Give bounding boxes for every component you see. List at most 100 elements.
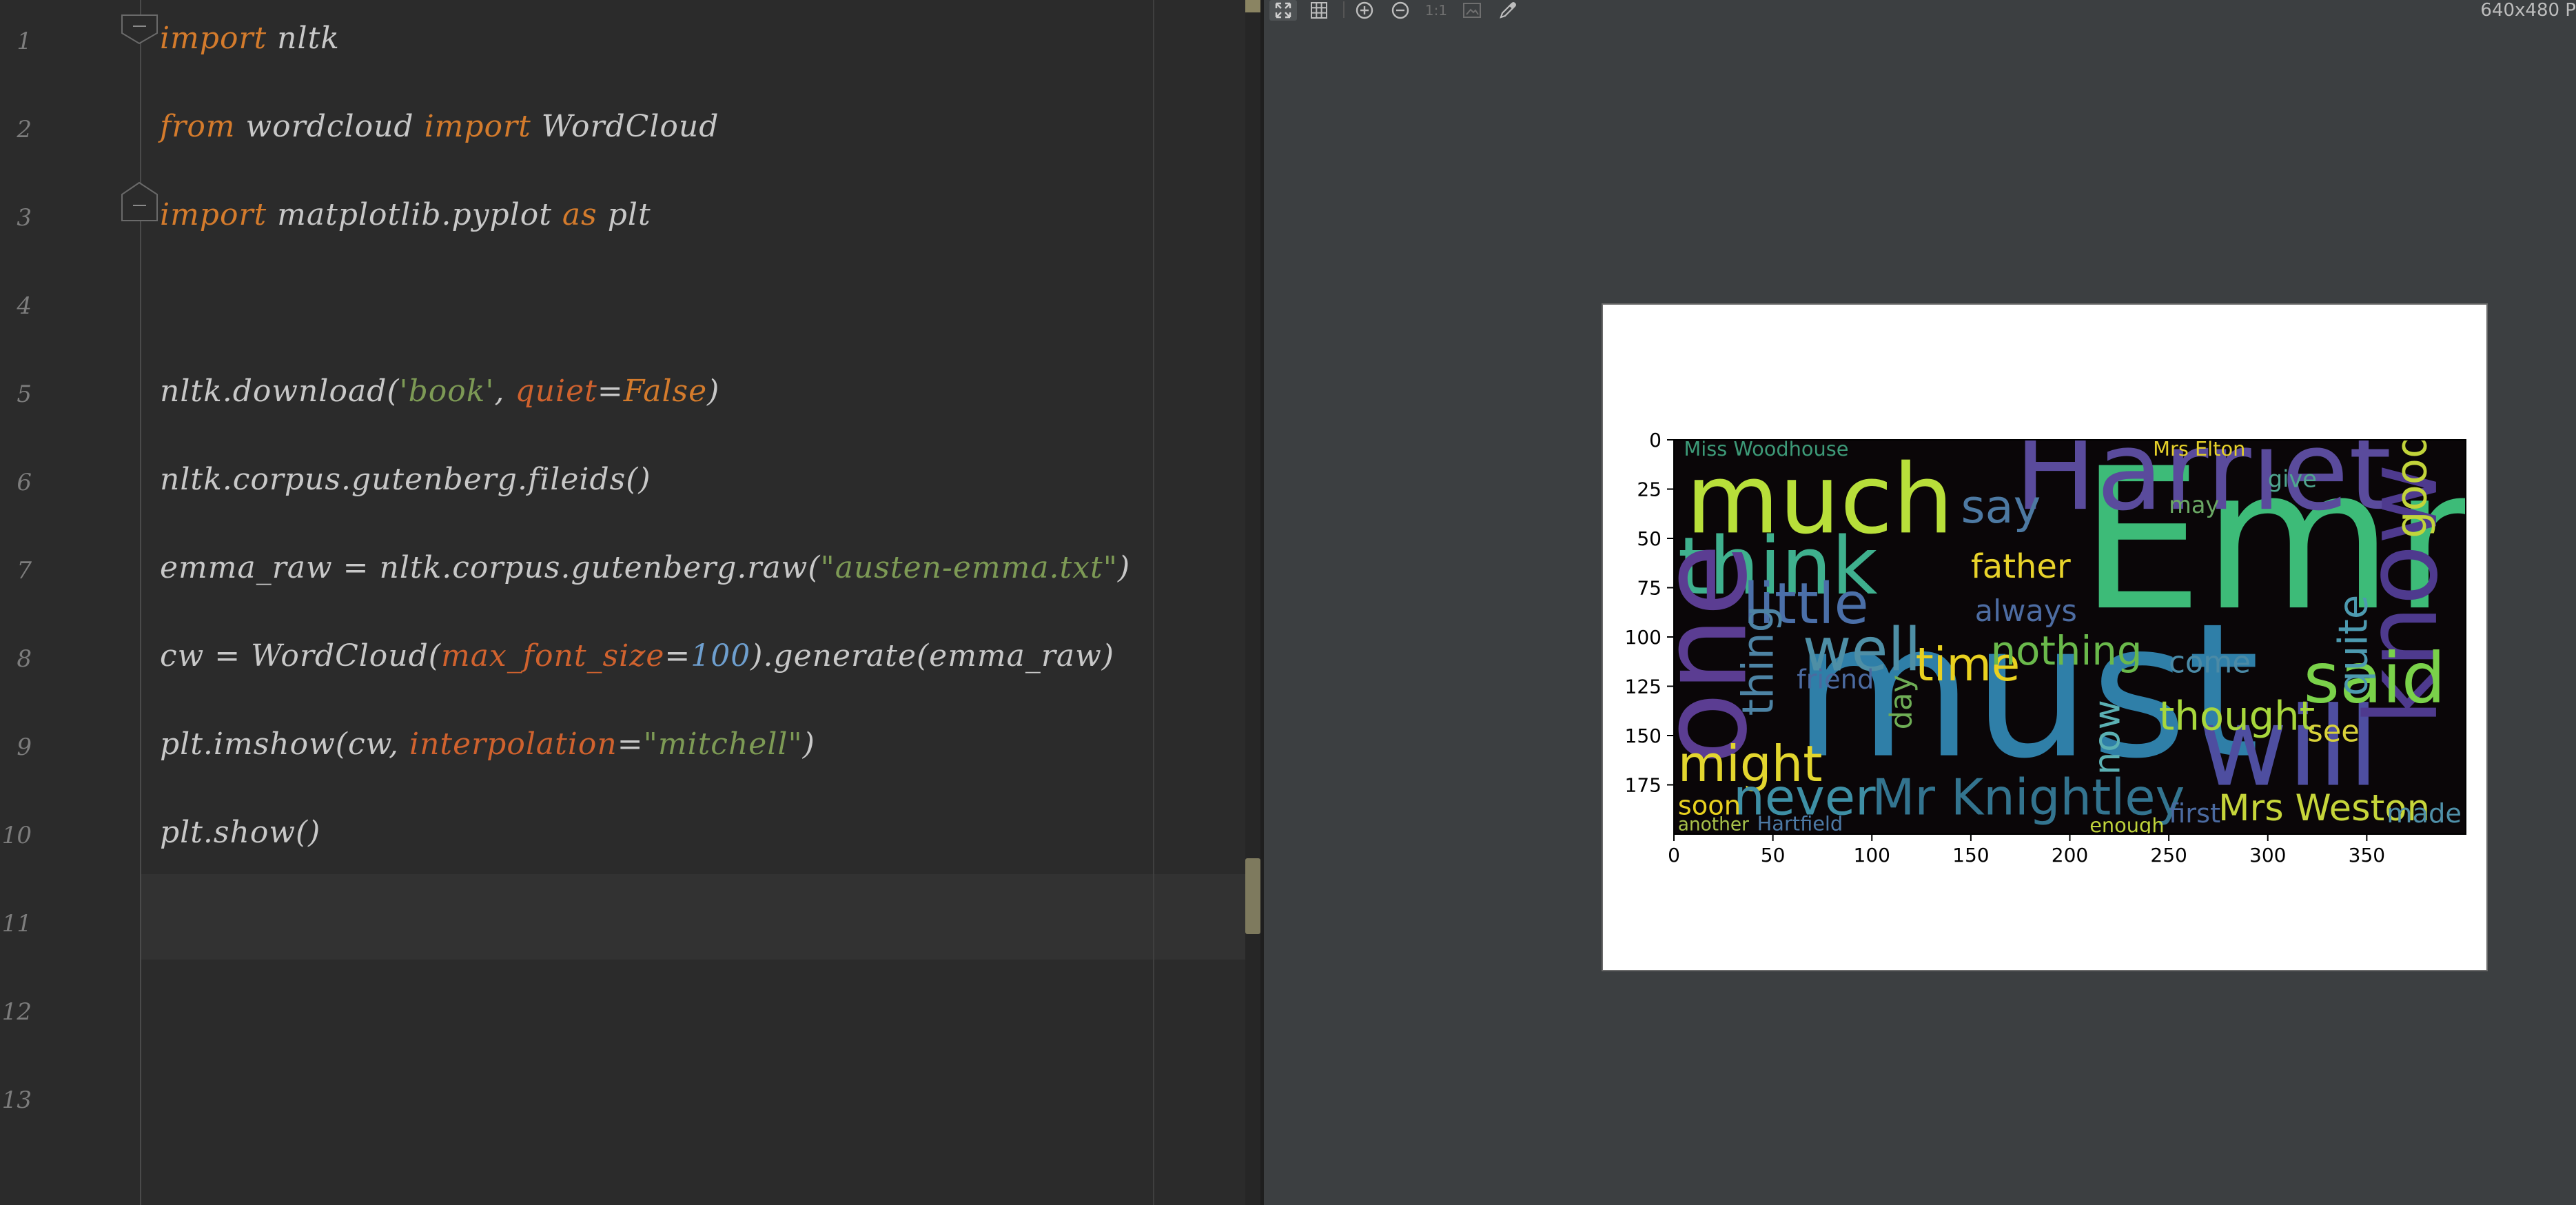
word-cloud-word: come (2169, 645, 2251, 680)
word-cloud-word: nothing (1991, 628, 2143, 674)
word-cloud-word: good (2386, 431, 2437, 538)
code-token: ).generate(emma_raw) (750, 638, 1114, 674)
line-number: 9 (17, 733, 32, 761)
x-tick-label: 100 (1854, 844, 1890, 867)
code-token: False (623, 374, 708, 409)
code-token: cw = WordCloud( (160, 638, 441, 674)
current-line-highlight (141, 874, 1264, 960)
code-token: matplotlib.pyplot (267, 197, 562, 232)
y-tick-label: 0 (1649, 429, 1662, 452)
code-line[interactable]: emma_raw = nltk.corpus.gutenberg.raw("au… (160, 550, 1130, 585)
y-tick-label: 175 (1625, 774, 1662, 797)
x-tick-label: 300 (2249, 844, 2286, 867)
image-viewer: 1:1 640x480 P EmmamustHarrietmuchthinkwi… (1264, 0, 2576, 1205)
code-token: "austen-emma.txt" (820, 550, 1118, 585)
image-size-label: 640x480 P (2480, 0, 2576, 21)
x-tick-label: 200 (2052, 844, 2088, 867)
code-line[interactable]: plt.show() (160, 815, 320, 850)
line-number: 4 (17, 292, 32, 320)
word-cloud-word: another (1678, 813, 1749, 835)
x-tick-label: 250 (2150, 844, 2187, 867)
word-cloud-word: made (2386, 798, 2462, 829)
x-tick-label: 150 (1952, 844, 1989, 867)
code-token: wordcloud (235, 109, 425, 144)
viewer-toolbar: 1:1 640x480 P (1264, 0, 2576, 21)
editor-scrollbar[interactable] (1245, 0, 1260, 1205)
color-picker-icon[interactable] (1494, 0, 1522, 21)
code-token: 'book' (399, 374, 495, 409)
line-number: 12 (1, 998, 32, 1026)
code-token: 100 (691, 638, 751, 674)
code-line[interactable]: import matplotlib.pyplot as plt (160, 197, 651, 232)
word-cloud-word: give (2268, 466, 2317, 493)
scroll-top-marker (1245, 0, 1260, 12)
code-token: import (160, 21, 267, 56)
word-cloud-word: day (1885, 675, 1919, 729)
line-number: 3 (17, 204, 32, 232)
code-token: = (664, 638, 691, 674)
code-token: , (494, 374, 515, 409)
zoom-in-icon[interactable] (1351, 0, 1378, 21)
code-token: as (562, 197, 597, 232)
word-cloud-word: friend (1797, 664, 1874, 695)
grid-icon[interactable] (1305, 0, 1333, 21)
code-token: emma_raw = nltk.corpus.gutenberg.raw( (160, 550, 821, 585)
word-cloud-word: see (2307, 715, 2360, 749)
word-cloud-word: Hartfield (1757, 811, 1843, 835)
zoom-out-icon[interactable] (1387, 0, 1414, 21)
fold-start-icon[interactable] (121, 14, 159, 45)
scrollbar-thumb[interactable] (1245, 858, 1260, 934)
x-tick-label: 350 (2349, 844, 2385, 867)
code-line[interactable]: cw = WordCloud(max_font_size=100).genera… (160, 638, 1114, 674)
code-line[interactable]: nltk.download('book', quiet=False) (160, 374, 719, 409)
code-token: import (160, 197, 267, 232)
code-token: nltk.download( (160, 374, 400, 409)
code-token: = (597, 374, 624, 409)
line-number: 8 (17, 645, 32, 673)
line-number: 2 (17, 116, 32, 143)
code-token: plt (597, 197, 651, 232)
code-token: ) (1117, 550, 1131, 585)
code-token: import (424, 109, 531, 144)
line-number: 7 (17, 557, 32, 585)
code-token: plt.imshow(cw, (160, 727, 409, 762)
code-editor[interactable]: 1 2 3 4 5 6 7 8 9 10 11 12 13 import nltk from wordcl… (0, 0, 1264, 1205)
code-token: plt.show() (160, 815, 321, 850)
code-token: nltk.corpus.gutenberg.fileids() (160, 462, 651, 497)
word-cloud-word: quite (2330, 595, 2376, 696)
code-token: interpolation (409, 727, 617, 762)
x-tick-label: 50 (1761, 844, 1786, 867)
code-token: = (617, 727, 644, 762)
code-line[interactable]: from wordcloud import WordCloud (160, 109, 719, 144)
code-line[interactable]: plt.imshow(cw, interpolation="mitchell") (160, 727, 815, 762)
wordcloud-chart: EmmamustHarrietmuchthinkwilloneknowlittl… (1625, 429, 2466, 867)
code-line[interactable]: import nltk (160, 21, 340, 56)
word-cloud-word: father (1971, 547, 2071, 586)
y-tick-label: 100 (1625, 626, 1662, 649)
word-cloud-word: first (2169, 798, 2220, 829)
fit-window-icon[interactable] (1269, 0, 1297, 21)
code-token: quiet (515, 374, 597, 409)
word-cloud-word: thought (2159, 693, 2315, 739)
fold-end-icon[interactable] (121, 181, 159, 221)
x-tick-label: 0 (1668, 844, 1680, 867)
code-token: ) (802, 727, 815, 762)
y-tick-label: 25 (1637, 478, 1662, 501)
line-number: 10 (1, 822, 32, 849)
actual-size-icon[interactable]: 1:1 (1422, 0, 1450, 21)
y-tick-label: 125 (1625, 676, 1662, 698)
plot-figure: EmmamustHarrietmuchthinkwilloneknowlittl… (1602, 303, 2488, 971)
word-cloud-word: may (2169, 492, 2219, 518)
word-cloud-word: say (1961, 480, 2041, 534)
code-line[interactable]: nltk.corpus.gutenberg.fileids() (160, 462, 651, 497)
y-tick-label: 150 (1625, 725, 1662, 747)
background-icon[interactable] (1458, 0, 1486, 21)
code-token: from (160, 109, 236, 144)
right-margin-guide (1153, 0, 1154, 1205)
word-cloud-word: thing (1733, 605, 1783, 716)
code-token: max_font_size (440, 638, 665, 674)
word-layer: EmmamustHarrietmuchthinkwilloneknowlittl… (1674, 431, 2466, 835)
toolbar-separator (1343, 1, 1345, 18)
line-number: 11 (1, 910, 32, 938)
code-token: ) (707, 374, 720, 409)
